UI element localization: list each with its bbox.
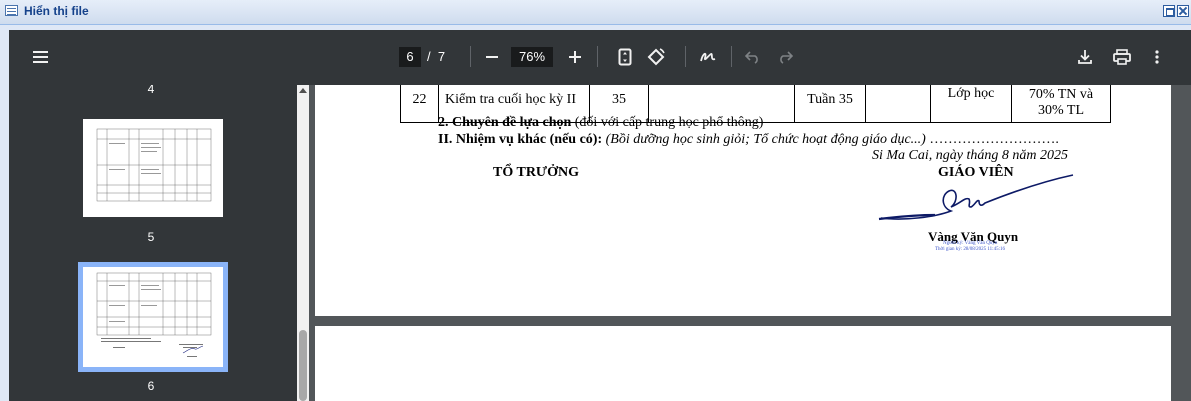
redo-icon[interactable] <box>775 46 795 68</box>
download-icon[interactable] <box>1075 46 1095 68</box>
close-button[interactable] <box>1177 5 1189 17</box>
handwritten-signature <box>878 174 1074 221</box>
thumbnail-page-5[interactable] <box>83 119 223 217</box>
thumbnail-label: 5 <box>147 230 155 244</box>
print-icon[interactable] <box>1111 46 1133 68</box>
pdf-toolbar: 6 / 7 76% <box>9 30 1191 85</box>
zoom-input[interactable]: 76% <box>511 47 553 67</box>
window-titlebar: Hiển thị file <box>0 0 1191 25</box>
digital-signature-signer: Người ký: Vàng Văn Quyn <box>943 241 998 246</box>
table-cell-location: Lớp học <box>930 85 1012 123</box>
annotate-icon[interactable] <box>697 46 719 68</box>
section-2-heading: 2. Chuyên đề lựa chọn (đối với cấp trung… <box>438 115 764 130</box>
place-date: Si Ma Cai, ngày tháng 8 năm 2025 <box>872 148 1068 163</box>
rotate-icon[interactable] <box>645 46 667 68</box>
pdf-page-6: 22 Kiểm tra cuối học kỳ II 35 Tuần 35 Lớ… <box>315 85 1171 316</box>
menu-icon[interactable] <box>31 47 51 67</box>
pdf-viewer: 6 / 7 76% 4 5 6 22 Kiểm tra cuối học kỳ … <box>9 30 1191 401</box>
table-cell-number: 22 <box>400 85 439 123</box>
section-II-heading: II. Nhiệm vụ khác (nếu có): (Bồi dưỡng h… <box>438 132 1059 147</box>
zoom-in-icon[interactable] <box>565 46 585 68</box>
sidebar-scrollbar[interactable] <box>297 85 309 401</box>
toolbar-divider <box>731 46 732 67</box>
maximize-button[interactable] <box>1163 5 1175 17</box>
page-count: / 7 <box>427 49 446 64</box>
table-cell-ratio: 70% TN và 30% TL <box>1011 85 1111 123</box>
thumbnail-sidebar: 4 5 6 <box>9 85 297 401</box>
window-icon <box>5 5 18 16</box>
thumbnail-label: 6 <box>147 379 155 393</box>
toolbar-divider <box>470 46 471 67</box>
digital-signature-time: Thời gian ký: 28/08/2025 11:45:16 <box>935 247 1005 252</box>
thumbnail-label: 4 <box>147 85 155 96</box>
more-icon[interactable] <box>1147 46 1167 68</box>
sidebar-scroll-thumb[interactable] <box>299 330 307 401</box>
zoom-out-icon[interactable] <box>482 46 502 68</box>
window-title: Hiển thị file <box>24 4 89 18</box>
scroll-up-icon[interactable] <box>299 88 307 93</box>
fit-page-icon[interactable] <box>615 46 635 68</box>
thumbnail-page-6[interactable] <box>83 267 223 367</box>
toolbar-divider <box>685 46 686 67</box>
page-number-input[interactable]: 6 <box>399 47 421 67</box>
left-signer-title: TỔ TRƯỞNG <box>493 165 579 180</box>
document-scrollbar[interactable] <box>1173 85 1191 401</box>
pdf-page-7 <box>315 326 1171 401</box>
table-cell-week: Tuần 35 <box>794 85 866 123</box>
toolbar-divider <box>597 46 598 67</box>
table-cell-empty <box>865 85 931 123</box>
undo-icon[interactable] <box>743 46 763 68</box>
